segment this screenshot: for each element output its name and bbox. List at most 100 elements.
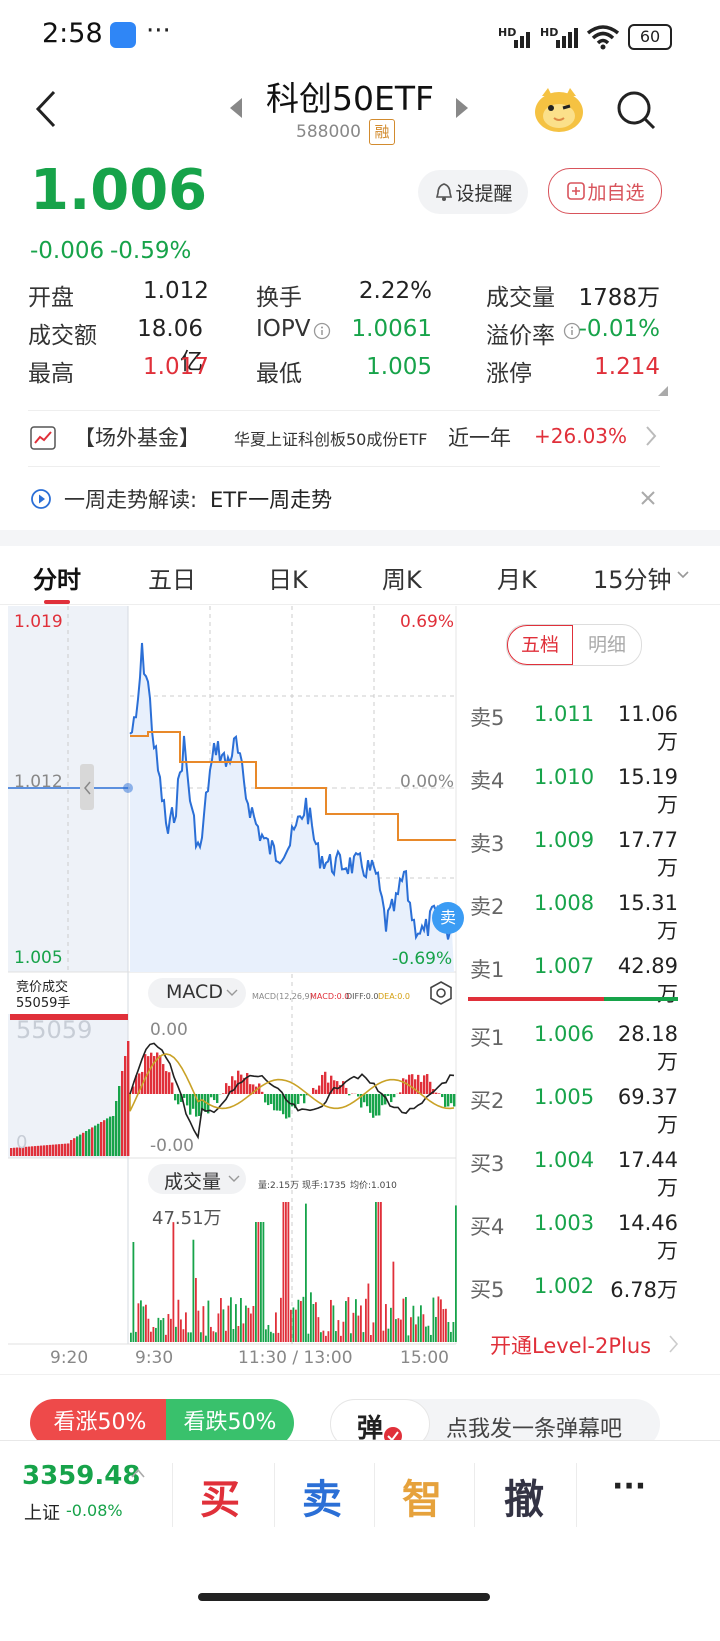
stock-code: 588000 <box>296 122 361 142</box>
volume-bar <box>153 1327 155 1342</box>
macd-bar <box>279 1094 281 1111</box>
volume-info: 量:2.15万 <box>258 1178 299 1191</box>
volume-bar <box>188 1332 190 1342</box>
section-separator <box>0 530 720 546</box>
auction-volume-bar <box>40 1146 42 1156</box>
stat-value: 2.22% <box>358 278 432 304</box>
tab-five-levels[interactable]: 五档 <box>507 625 573 665</box>
volume-bar <box>320 1332 322 1342</box>
auction-volume-bar <box>91 1127 93 1156</box>
ask-price: 1.009 <box>534 828 594 852</box>
divider <box>28 466 660 467</box>
volume-bar <box>310 1292 312 1342</box>
macd-bar <box>237 1071 239 1094</box>
set-alert-button[interactable]: 设提醒 <box>418 170 528 214</box>
ask-price: 1.007 <box>534 954 594 978</box>
auction-volume-big: 55059 <box>16 1016 92 1044</box>
volume-bar <box>133 1242 135 1342</box>
info-icon[interactable] <box>313 322 331 340</box>
volume-bar <box>358 1316 360 1342</box>
smart-trade-button[interactable]: 智 <box>372 1467 472 1525</box>
chevron-up-icon[interactable] <box>130 1467 146 1479</box>
weekly-trend-notice[interactable]: 一周走势解读: ETF一周走势 <box>28 470 660 526</box>
macd-bar <box>198 1094 200 1116</box>
volume-bar <box>353 1313 355 1342</box>
buy-button[interactable]: 买 <box>170 1467 270 1525</box>
add-favorite-label: 加自选 <box>587 178 644 205</box>
close-icon[interactable] <box>638 488 658 508</box>
more-button[interactable]: ··· <box>612 1469 646 1504</box>
mascot-icon[interactable] <box>532 84 586 134</box>
volume-indicator-select[interactable]: 成交量 <box>148 1164 246 1194</box>
average-price: 均价:1.010 <box>350 1178 397 1191</box>
sell-button[interactable]: 卖 <box>272 1467 372 1525</box>
index-name: 上证 <box>24 1499 60 1525</box>
drag-handle[interactable] <box>80 764 94 810</box>
volume-bar <box>373 1322 375 1342</box>
bid-price: 1.003 <box>534 1211 594 1235</box>
macd-bar <box>150 1053 152 1094</box>
ask-label: 卖4 <box>470 765 504 795</box>
auction-volume-bar <box>73 1138 75 1156</box>
set-alert-label: 设提醒 <box>455 179 512 206</box>
tab-daily-k[interactable]: 日K <box>268 560 308 595</box>
x-axis-label: 15:00 <box>400 1348 449 1368</box>
next-stock-icon[interactable] <box>452 96 472 120</box>
bid-label: 买5 <box>470 1274 504 1304</box>
cancel-order-button[interactable]: 撤 <box>474 1467 574 1525</box>
home-indicator[interactable] <box>198 1593 490 1601</box>
intraday-chart[interactable]: 1.019 1.012 1.005 0.69% 0.00% -0.69% 卖 竞… <box>0 604 460 1374</box>
macd-indicator-select[interactable]: MACD <box>148 978 246 1008</box>
crosshair-dot <box>123 783 133 793</box>
expand-corner-icon[interactable] <box>658 386 668 396</box>
back-button[interactable] <box>26 86 66 132</box>
stat-label: 溢价率 <box>486 316 555 350</box>
prev-stock-icon[interactable] <box>226 96 246 120</box>
volume-bar <box>453 1322 455 1342</box>
add-favorite-button[interactable]: 加自选 <box>548 168 662 214</box>
volume-bar <box>403 1299 405 1342</box>
macd-bar <box>345 1088 347 1094</box>
page-title: 科创50ETF <box>250 72 450 120</box>
ask-price: 1.011 <box>534 702 594 726</box>
otc-fund-row[interactable]: 【场外基金】 华夏上证科创板50成份ETF 近一年 +26.03% <box>28 412 688 466</box>
bell-icon <box>433 181 455 203</box>
auction-zero: 0 <box>16 1132 27 1153</box>
chevron-down-icon[interactable] <box>676 570 690 580</box>
settings-hexagon-icon[interactable] <box>428 980 454 1006</box>
macd-bar <box>414 1079 416 1094</box>
volume-bar <box>348 1297 350 1342</box>
volume-bar <box>280 1298 282 1342</box>
macd-bar <box>453 1094 455 1106</box>
volume-bar <box>203 1306 205 1342</box>
order-book-tabs: 五档 明细 <box>506 624 642 666</box>
macd-bar <box>300 1094 302 1096</box>
volume-bar <box>303 1297 305 1342</box>
macd-bar <box>429 1082 431 1094</box>
stats-grid: 开盘 1.012 换手 2.22% 成交量 1788万 成交额 18.06亿 I… <box>28 278 668 388</box>
tab-weekly-k[interactable]: 周K <box>382 560 422 595</box>
danmaku-placeholder: 点我发一条弹幕吧 <box>446 1411 622 1443</box>
bid-label: 买2 <box>470 1085 504 1115</box>
tab-15min[interactable]: 15分钟 <box>593 560 672 595</box>
level2-upgrade-link[interactable]: 开通Level-2Plus <box>490 1330 651 1360</box>
volume-bar <box>243 1323 245 1342</box>
volume-bar <box>455 1205 457 1342</box>
volume-bar <box>333 1305 335 1342</box>
tab-timeshare[interactable]: 分时 <box>33 560 81 595</box>
volume-bar <box>370 1335 372 1342</box>
auction-volume-bar <box>115 1101 117 1156</box>
search-button[interactable] <box>614 88 658 132</box>
volume-bar <box>263 1222 265 1342</box>
volume-bar <box>380 1202 382 1342</box>
tab-details[interactable]: 明细 <box>573 625 641 665</box>
tab-monthly-k[interactable]: 月K <box>497 560 537 595</box>
volume-bar <box>313 1304 315 1342</box>
price-change-pct: -0.59% <box>110 238 191 264</box>
volume-bar <box>160 1320 162 1342</box>
bid-price: 1.006 <box>534 1022 594 1046</box>
macd-bar <box>315 1090 317 1094</box>
macd-bar <box>390 1094 392 1102</box>
bid-volume: 69.37万 <box>600 1085 678 1139</box>
tab-five-day[interactable]: 五日 <box>148 560 196 595</box>
